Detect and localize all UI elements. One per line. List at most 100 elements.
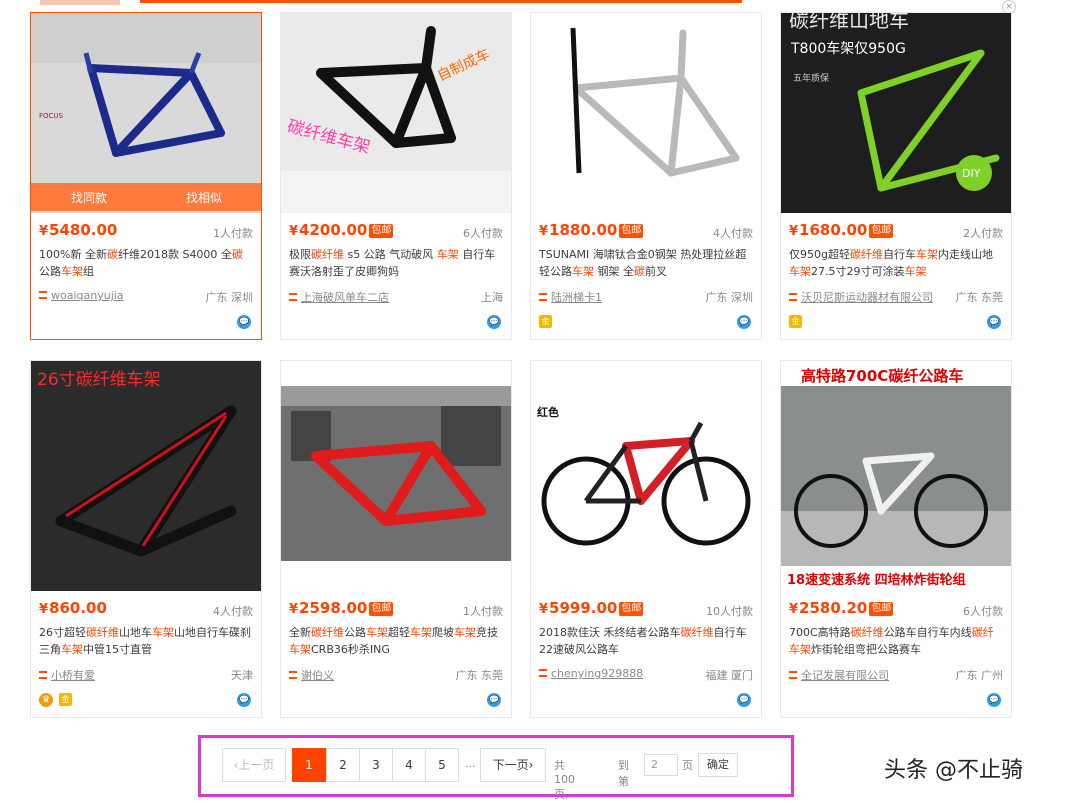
product-image[interactable]: 红色 [531, 361, 761, 591]
page-4[interactable]: 4 [392, 748, 426, 782]
shop-icon [539, 669, 547, 677]
title-text: 超轻 [388, 626, 410, 639]
shop-location: 天津 [231, 669, 253, 682]
free-shipping-badge: 包邮 [619, 602, 644, 616]
image-headline: 红色 [537, 405, 559, 419]
shop-link[interactable]: 小桥有爱 [39, 667, 95, 683]
shop-icon [789, 671, 797, 679]
title-keyword: 车架 [366, 626, 388, 639]
product-image[interactable]: 自制成车 碳纤维车架 [281, 13, 511, 213]
product-card-6[interactable]: ¥2598.00 包邮 1人付款 全新碳纤维公路车架超轻车架爬坡车架竞技车架CRB… [280, 360, 512, 718]
title-keyword: 车架 [572, 265, 594, 278]
goto-page-input[interactable]: 2 [644, 754, 678, 776]
product-title[interactable]: 全新碳纤维公路车架超轻车架爬坡车架竞技车架CRB36秒杀ING [289, 624, 503, 658]
product-price: ¥1880.00 包邮 [539, 221, 644, 239]
image-subline: T800车架仅950G [790, 40, 906, 57]
wangwang-chat-icon[interactable]: 💬 [237, 315, 251, 329]
title-keyword: 碳纤维 [849, 248, 883, 261]
shop-link[interactable]: chenying929888 [539, 667, 643, 680]
shop-link[interactable]: woaiqanyujia [39, 289, 124, 302]
title-keyword: 车架 [915, 248, 938, 261]
product-title[interactable]: 2018款佳沃 禾终结者公路车碳纤维自行车22速破风公路车 [539, 624, 753, 658]
wangwang-chat-icon[interactable]: 💬 [487, 315, 501, 329]
product-title[interactable]: 极限碳纤维 s5 公路 气动破风 车架 自行车赛沃洛射歪了皮卿狗妈 [289, 246, 503, 280]
product-title[interactable]: 26寸超轻碳纤维山地车车架山地自行车碟刹三角车架中管15寸直管 [39, 624, 253, 658]
shop-location: 上海 [481, 291, 503, 304]
find-similar-button[interactable]: 找相似 [186, 189, 222, 206]
product-title[interactable]: TSUNAMI 海啸钛合金0钢架 热处理拉丝超轻公路车架 钢架 全碳前叉 [539, 246, 753, 280]
bike-frame-image: 26寸碳纤维车架 [31, 361, 261, 591]
bike-frame-image: 自制成车 碳纤维车架 [281, 13, 511, 213]
wangwang-chat-icon[interactable]: 💬 [987, 315, 1001, 329]
shop-location: 广东 东莞 [955, 291, 1004, 304]
product-image[interactable]: 26寸碳纤维车架 [31, 361, 261, 591]
product-image[interactable]: 高特路700C碳纤公路车 18速变速系统 四培林炸街轮组 [781, 361, 1011, 591]
free-shipping-badge: 包邮 [869, 602, 894, 616]
gold-seller-icon[interactable]: 金 [789, 315, 802, 328]
product-card-4[interactable]: 碳纤维山地车 T800车架仅950G 五年质保 DIY ¥1680.00 包邮 2… [780, 12, 1012, 340]
title-text: 极限 [289, 248, 311, 261]
shop-link[interactable]: 上海破风单车二店 [289, 289, 389, 305]
wangwang-chat-icon[interactable]: 💬 [987, 693, 1001, 707]
product-card-7[interactable]: 红色 ¥5999.00 包邮 10人付款 2018款佳沃 禾终结者公路车碳纤维自行… [530, 360, 762, 718]
search-bar-edge[interactable] [140, 0, 742, 3]
product-card-8[interactable]: 高特路700C碳纤公路车 18速变速系统 四培林炸街轮组 ¥2580.20 包邮 … [780, 360, 1012, 718]
title-keyword: 碳 [680, 626, 692, 639]
site-logo[interactable] [40, 0, 120, 5]
page-3[interactable]: 3 [359, 748, 393, 782]
crown-seller-icon[interactable]: ♛ [39, 693, 53, 707]
product-price: ¥5480.00 [39, 221, 118, 239]
shop-link[interactable]: 全记发展有限公司 [789, 667, 889, 683]
title-keyword: 车架 [152, 626, 174, 639]
title-text: 2018款佳沃 禾终结者公路车 [539, 626, 681, 639]
bike-frame-image [281, 361, 511, 591]
buyers-count: 4人付款 [213, 605, 253, 618]
shop-link[interactable]: 陆洲梯卡1 [539, 289, 602, 305]
product-card-2[interactable]: 自制成车 碳纤维车架 ¥4200.00 包邮 6人付款 极限碳纤维 s5 公路 气… [280, 12, 512, 340]
product-image[interactable] [281, 361, 511, 591]
next-page-button[interactable]: 下一页› [480, 748, 546, 782]
image-headline: 26寸碳纤维车架 [37, 370, 161, 390]
find-same-button[interactable]: 找同款 [71, 189, 107, 206]
title-text: 前叉 [645, 265, 667, 278]
page-1[interactable]: 1 [292, 748, 326, 782]
title-text: CRB36秒杀ING [311, 643, 390, 656]
confirm-button[interactable]: 确定 [698, 753, 738, 777]
product-price: ¥2580.20 包邮 [789, 599, 894, 617]
prev-page-button[interactable]: ‹上一页 [222, 748, 286, 782]
title-keyword: 车架 [454, 626, 476, 639]
title-keyword: 碳纤 [971, 626, 994, 639]
image-warranty: 五年质保 [793, 72, 829, 84]
product-title[interactable]: 700C高特路碳纤维公路车自行车内线碳纤车架炸街轮组弯把公路赛车 [789, 624, 1003, 658]
title-keyword: 车架 [61, 643, 83, 656]
product-card-1[interactable]: FOCUS 找同款 找相似 ¥5480.00 1人付款 100%新 全新碳纤维2… [30, 12, 262, 340]
product-title[interactable]: 100%新 全新碳纤维2018款 S4000 全碳公路车架组 [39, 246, 253, 280]
product-price: ¥1680.00 包邮 [789, 221, 894, 239]
title-text: 组 [83, 265, 94, 278]
buyers-count: 2人付款 [963, 227, 1003, 240]
shop-icon [289, 293, 297, 301]
product-image[interactable]: 碳纤维山地车 T800车架仅950G 五年质保 DIY [781, 13, 1011, 213]
product-card-3[interactable]: ¥1880.00 包邮 4人付款 TSUNAMI 海啸钛合金0钢架 热处理拉丝超轻… [530, 12, 762, 340]
image-footer: 18速变速系统 四培林炸街轮组 [787, 572, 966, 588]
shop-icon [539, 293, 547, 301]
wangwang-chat-icon[interactable]: 💬 [737, 693, 751, 707]
shop-link[interactable]: 沃贝尼斯运动器材有限公司 [789, 289, 933, 305]
shop-link[interactable]: 谢伯义 [289, 667, 334, 683]
buyers-count: 1人付款 [463, 605, 503, 618]
page-5[interactable]: 5 [425, 748, 459, 782]
product-image[interactable] [531, 13, 761, 213]
page-2[interactable]: 2 [326, 748, 360, 782]
shop-location: 广东 东莞 [455, 669, 504, 682]
buyers-count: 4人付款 [713, 227, 753, 240]
wangwang-chat-icon[interactable]: 💬 [737, 315, 751, 329]
gold-seller-icon[interactable]: 金 [539, 315, 552, 328]
product-card-5[interactable]: 26寸碳纤维车架 ¥860.00 4人付款 26寸超轻碳纤维山地车车架山地自行车… [30, 360, 262, 718]
bike-frame-image: 碳纤维山地车 T800车架仅950G 五年质保 DIY [781, 13, 1011, 213]
gold-seller-icon[interactable]: 金 [59, 693, 72, 706]
wangwang-chat-icon[interactable]: 💬 [487, 693, 501, 707]
image-headline: 碳纤维山地车 [789, 13, 909, 32]
wangwang-chat-icon[interactable]: 💬 [237, 693, 251, 707]
title-text: 公路车自行车内线 [883, 626, 972, 639]
product-title[interactable]: 仅950g超轻碳纤维自行车车架内走线山地车架27.5寸29寸可涂装车架 [789, 246, 1003, 280]
